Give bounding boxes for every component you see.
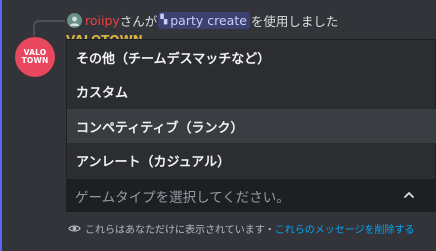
bot-avatar[interactable]: VALO TOWN xyxy=(15,37,55,77)
highlight-rule xyxy=(0,0,2,251)
user-avatar-icon xyxy=(70,16,79,26)
slash-command-pill[interactable]: ▚ party create xyxy=(158,11,250,29)
reply-text-after: を使用しました xyxy=(250,13,339,29)
eye-icon xyxy=(68,224,81,232)
reply-username[interactable]: roiipy xyxy=(85,13,120,28)
bot-avatar-text-2: TOWN xyxy=(21,56,49,65)
slash-command-icon: ▚ xyxy=(160,14,168,25)
ephemeral-notice: これらはあなただけに表示されています・ これらのメッセージを削除する xyxy=(68,221,415,236)
reply-context[interactable]: roiipy さんが ▚ party create を使用しました xyxy=(67,11,338,29)
reply-spine xyxy=(33,20,65,36)
select-menu-options: その他（チームデスマッチなど） カスタム コンペティティブ（ランク） アンレート… xyxy=(66,39,436,179)
discord-message-area: roiipy さんが ▚ party create を使用しました VALO T… xyxy=(0,0,436,251)
slash-command-name: party create xyxy=(170,12,247,28)
chevron-up-icon xyxy=(404,192,414,198)
select-placeholder: ゲームタイプを選択してください。 xyxy=(75,189,290,206)
game-type-select[interactable]: ゲームタイプを選択してください。 xyxy=(66,179,436,212)
ephemeral-text: これらはあなただけに表示されています・ xyxy=(85,224,275,236)
dismiss-messages-link[interactable]: これらのメッセージを削除する xyxy=(275,221,415,236)
reply-avatar[interactable] xyxy=(67,12,82,28)
reply-text-before: さんが xyxy=(119,13,158,29)
option-unrated[interactable]: アンレート（カジュアル） xyxy=(67,143,436,177)
option-competitive[interactable]: コンペティティブ（ランク） xyxy=(67,109,436,143)
option-other[interactable]: その他（チームデスマッチなど） xyxy=(67,40,436,74)
option-custom[interactable]: カスタム xyxy=(67,74,436,108)
